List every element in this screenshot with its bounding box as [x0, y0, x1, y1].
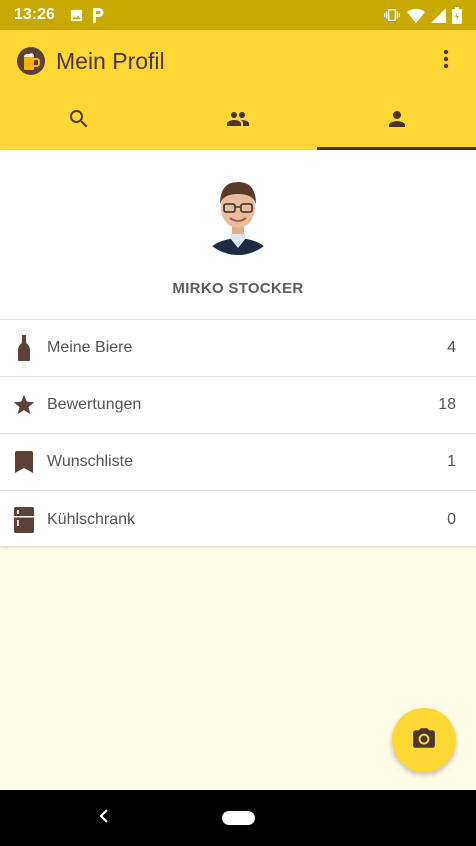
status-bar: 13:26	[0, 0, 476, 30]
tab-friends[interactable]	[159, 92, 318, 150]
back-icon	[99, 808, 109, 829]
status-notification-icons	[69, 7, 105, 23]
star-icon	[12, 392, 36, 418]
bottle-icon	[12, 335, 36, 361]
stat-label: Wunschliste	[47, 453, 133, 470]
parking-icon	[92, 7, 105, 23]
stat-row-fridge[interactable]: Kühlschrank 0	[0, 491, 476, 548]
wifi-icon	[407, 8, 425, 23]
profile-name: MIRKO STOCKER	[172, 280, 304, 297]
stat-row-wishlist[interactable]: Wunschliste 1	[0, 434, 476, 491]
profile-header: MIRKO STOCKER	[0, 150, 476, 320]
person-icon	[385, 107, 409, 136]
system-nav-bar	[0, 790, 476, 846]
stat-label: Meine Biere	[47, 339, 133, 356]
more-vert-icon	[443, 49, 449, 74]
people-icon	[224, 107, 252, 136]
page-title: Mein Profil	[56, 47, 165, 74]
stat-label: Bewertungen	[47, 396, 142, 413]
bookmark-icon	[12, 449, 36, 475]
camera-icon	[411, 725, 437, 756]
tab-bar	[0, 92, 476, 150]
stat-label: Kühlschrank	[47, 510, 136, 528]
back-button[interactable]	[92, 806, 116, 830]
image-icon	[69, 8, 84, 23]
camera-fab[interactable]	[392, 708, 456, 772]
status-time: 13:26	[14, 6, 55, 23]
tab-search[interactable]	[0, 92, 159, 150]
app-bar: Mein Profil	[0, 30, 476, 150]
toolbar: Mein Profil	[0, 30, 476, 92]
fridge-icon	[12, 506, 36, 533]
stat-count: 18	[438, 396, 456, 413]
tab-profile[interactable]	[317, 92, 476, 150]
status-system-icons	[383, 6, 462, 24]
vibrate-icon	[383, 7, 401, 23]
signal-icon	[431, 7, 446, 23]
more-vert-button[interactable]	[432, 41, 460, 81]
stat-row-ratings[interactable]: Bewertungen 18	[0, 377, 476, 434]
beer-mug-icon	[16, 46, 46, 76]
stat-row-my-beers[interactable]: Meine Biere 4	[0, 320, 476, 377]
home-pill-icon[interactable]	[222, 811, 255, 825]
stat-count: 1	[447, 453, 456, 470]
profile-card: MIRKO STOCKER Meine Biere 4 Bewertungen …	[0, 150, 476, 546]
search-icon	[67, 107, 91, 136]
stat-count: 0	[447, 510, 456, 528]
battery-icon	[452, 6, 462, 24]
avatar[interactable]	[196, 166, 280, 260]
stat-count: 4	[447, 339, 456, 356]
